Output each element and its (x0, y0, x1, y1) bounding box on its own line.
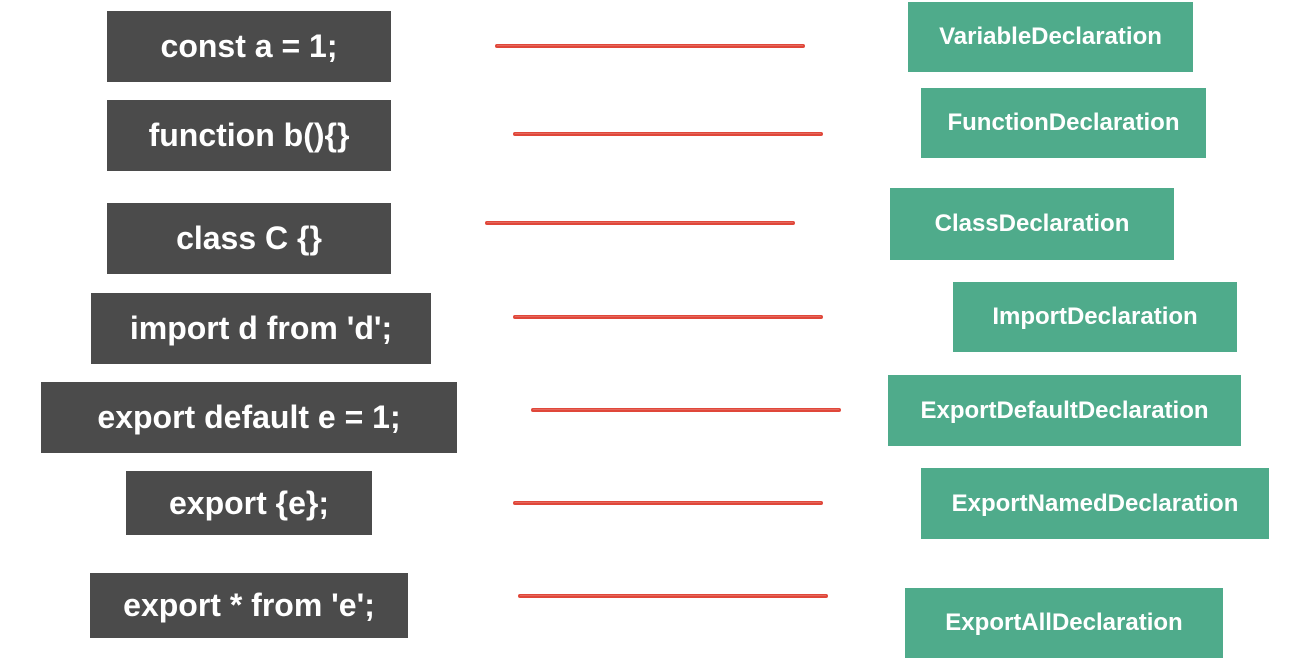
code-snippet-box: export {e}; (126, 471, 372, 535)
connector-line (495, 44, 805, 48)
connector-line (485, 221, 795, 225)
connector-line (513, 132, 823, 136)
code-snippet-box: import d from 'd'; (91, 293, 431, 364)
ast-node-box: ExportNamedDeclaration (921, 468, 1269, 539)
connector-line (513, 315, 823, 319)
ast-node-box: ClassDeclaration (890, 188, 1174, 260)
ast-node-box: ExportDefaultDeclaration (888, 375, 1241, 446)
code-snippet-box: export default e = 1; (41, 382, 457, 453)
connector-line (513, 501, 823, 505)
code-snippet-box: class C {} (107, 203, 391, 274)
ast-node-box: ExportAllDeclaration (905, 588, 1223, 658)
declaration-mapping-diagram: const a = 1; VariableDeclaration functio… (0, 0, 1294, 670)
connector-line (531, 408, 841, 412)
code-snippet-box: export * from 'e'; (90, 573, 408, 638)
ast-node-box: VariableDeclaration (908, 2, 1193, 72)
code-snippet-box: function b(){} (107, 100, 391, 171)
connector-line (518, 594, 828, 598)
ast-node-box: FunctionDeclaration (921, 88, 1206, 158)
ast-node-box: ImportDeclaration (953, 282, 1237, 352)
code-snippet-box: const a = 1; (107, 11, 391, 82)
